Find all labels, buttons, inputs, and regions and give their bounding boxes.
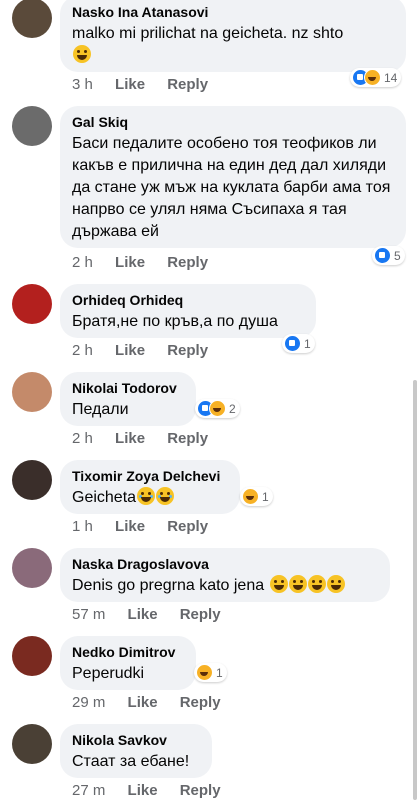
- comment-text-content: Geicheta: [72, 489, 137, 506]
- comment-time[interactable]: 3 h: [72, 76, 93, 93]
- comment-text: Баси педалите особено тоя теофиков ли ка…: [72, 135, 391, 240]
- commenter-name[interactable]: Tixomir Zoya Delchevi: [72, 467, 228, 485]
- reply-button[interactable]: Reply: [180, 694, 221, 711]
- avatar[interactable]: [12, 284, 52, 324]
- comment-text: Geicheta: [72, 487, 228, 509]
- comment-text: Peperudki: [72, 665, 145, 682]
- commenter-name[interactable]: Nikola Savkov: [72, 731, 200, 749]
- like-reaction-icon: [374, 247, 391, 264]
- comment-actions: 1 h Like Reply: [72, 518, 226, 535]
- avatar[interactable]: [12, 0, 52, 38]
- avatar[interactable]: [12, 724, 52, 764]
- reply-button[interactable]: Reply: [167, 342, 208, 359]
- reaction-summary[interactable]: 1: [194, 663, 227, 682]
- reply-button[interactable]: Reply: [167, 254, 208, 271]
- reply-button[interactable]: Reply: [167, 430, 208, 447]
- grinning-emoji-icon: [269, 575, 288, 593]
- reaction-count: 2: [229, 401, 236, 416]
- comment-text-content: malko mi prilichat na geicheta. nz shto: [72, 25, 344, 42]
- haha-reaction-icon: [196, 664, 213, 681]
- scrollbar[interactable]: [413, 380, 417, 800]
- reaction-count: 14: [384, 70, 398, 85]
- commenter-name[interactable]: Naska Dragoslavova: [72, 555, 378, 573]
- comment-actions: 29 m Like Reply: [72, 694, 239, 711]
- laughing-emoji-icon: [137, 487, 156, 505]
- comment-text: Denis go pregrna kato jena: [72, 575, 378, 597]
- comment-bubble: Tixomir Zoya Delchevi Geicheta: [60, 460, 240, 514]
- commenter-name[interactable]: Gal Skiq: [72, 113, 394, 131]
- comment-text: Стаат за ебане!: [72, 753, 190, 770]
- reaction-count: 5: [394, 248, 401, 263]
- grinning-emoji-icon: [288, 575, 307, 593]
- comment-time[interactable]: 1 h: [72, 518, 93, 535]
- comment-text: malko mi prilichat na geicheta. nz shto: [72, 23, 394, 67]
- like-button[interactable]: Like: [115, 342, 145, 359]
- haha-reaction-icon: [209, 400, 226, 417]
- comment-time[interactable]: 2 h: [72, 342, 93, 359]
- like-button[interactable]: Like: [128, 782, 158, 799]
- comment-actions: 3 h Like Reply: [72, 76, 226, 93]
- comment-actions: 57 m Like Reply: [72, 606, 239, 623]
- like-button[interactable]: Like: [115, 430, 145, 447]
- like-reaction-icon: [284, 335, 301, 352]
- like-button[interactable]: Like: [115, 254, 145, 271]
- comment-bubble: Nedko Dimitrov Peperudki: [60, 636, 196, 690]
- comment-time[interactable]: 57 m: [72, 606, 105, 623]
- reply-button[interactable]: Reply: [180, 606, 221, 623]
- comment-text: Братя,не по кръв,а по душа: [72, 313, 278, 330]
- grinning-emoji-icon: [326, 575, 345, 593]
- comment-actions: 2 h Like Reply: [72, 254, 226, 271]
- like-button[interactable]: Like: [115, 76, 145, 93]
- comment-bubble: Nasko Ina Atanasovi malko mi prilichat n…: [60, 0, 406, 72]
- comment-actions: 2 h Like Reply: [72, 342, 226, 359]
- comment-time[interactable]: 2 h: [72, 430, 93, 447]
- comment-text-content: Denis go pregrna kato jena: [72, 577, 265, 594]
- commenter-name[interactable]: Nasko Ina Atanasovi: [72, 3, 394, 21]
- avatar[interactable]: [12, 636, 52, 676]
- comment-text: Педали: [72, 401, 129, 418]
- reaction-count: 1: [216, 665, 223, 680]
- comment-bubble: Nikola Savkov Стаат за ебане!: [60, 724, 212, 778]
- comment-bubble: Naska Dragoslavova Denis go pregrna kato…: [60, 548, 390, 602]
- reaction-count: 1: [304, 336, 311, 351]
- reaction-count: 1: [262, 489, 269, 504]
- comment-actions: 27 m Like Reply: [72, 782, 239, 799]
- comment-bubble: Orhideq Orhideq Братя,не по кръв,а по ду…: [60, 284, 316, 338]
- commenter-name[interactable]: Nikolai Todorov: [72, 379, 184, 397]
- comment-time[interactable]: 29 m: [72, 694, 105, 711]
- grinning-emoji-icon: [307, 575, 326, 593]
- like-button[interactable]: Like: [128, 694, 158, 711]
- comment-bubble: Nikolai Todorov Педали: [60, 372, 196, 426]
- reaction-summary[interactable]: 2: [195, 399, 240, 418]
- reaction-summary[interactable]: 14: [350, 68, 402, 87]
- reaction-summary[interactable]: 1: [240, 487, 273, 506]
- laughing-emoji-icon: [156, 487, 175, 505]
- reply-button[interactable]: Reply: [167, 76, 208, 93]
- commenter-name[interactable]: Orhideq Orhideq: [72, 291, 304, 309]
- reply-button[interactable]: Reply: [180, 782, 221, 799]
- haha-reaction-icon: [364, 69, 381, 86]
- reaction-summary[interactable]: 1: [282, 334, 315, 353]
- avatar[interactable]: [12, 372, 52, 412]
- commenter-name[interactable]: Nedko Dimitrov: [72, 643, 184, 661]
- avatar[interactable]: [12, 548, 52, 588]
- comment-actions: 2 h Like Reply: [72, 430, 226, 447]
- avatar[interactable]: [12, 106, 52, 146]
- comment-time[interactable]: 2 h: [72, 254, 93, 271]
- reaction-summary[interactable]: 5: [372, 246, 405, 265]
- comment-time[interactable]: 27 m: [72, 782, 105, 799]
- comment-bubble: Gal Skiq Баси педалите особено тоя теофи…: [60, 106, 406, 248]
- like-button[interactable]: Like: [115, 518, 145, 535]
- avatar[interactable]: [12, 460, 52, 500]
- like-button[interactable]: Like: [128, 606, 158, 623]
- haha-reaction-icon: [242, 488, 259, 505]
- reply-button[interactable]: Reply: [167, 518, 208, 535]
- grin-emoji-icon: [73, 45, 91, 63]
